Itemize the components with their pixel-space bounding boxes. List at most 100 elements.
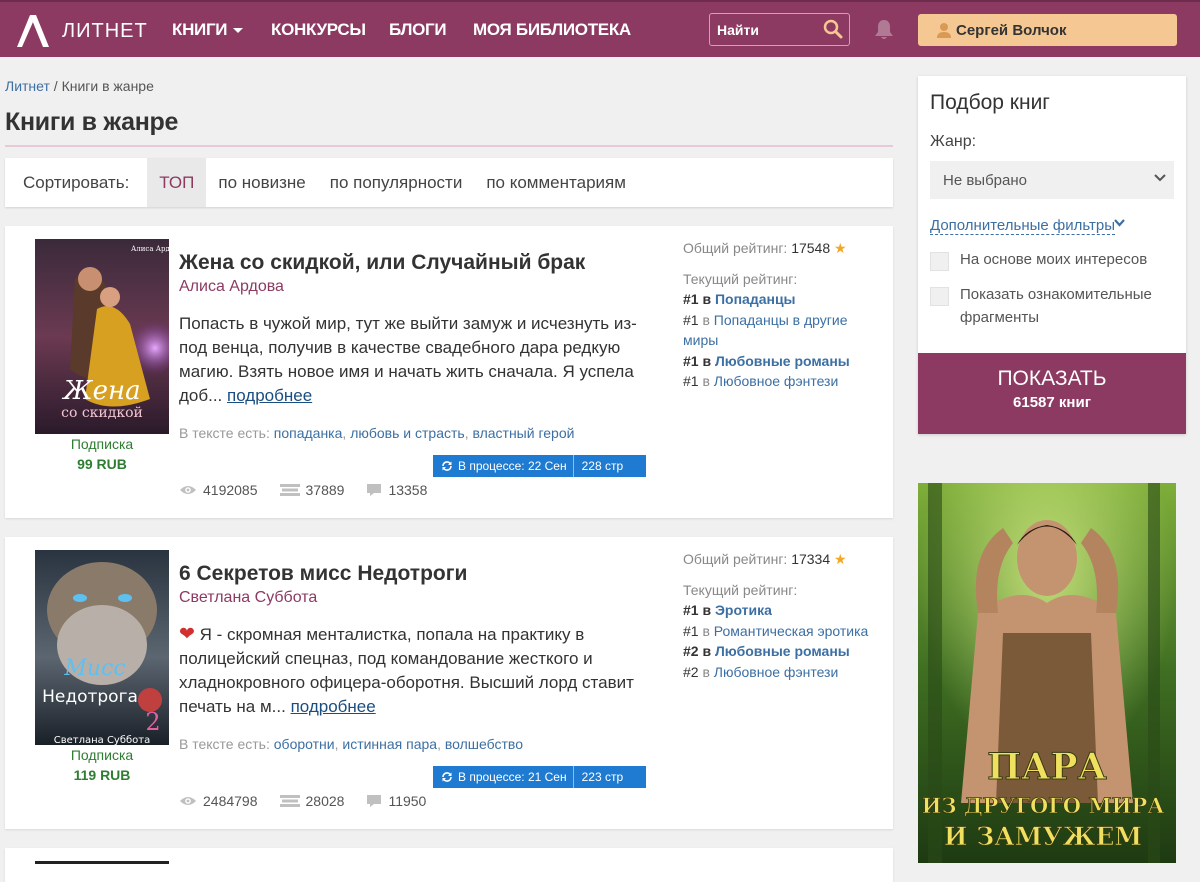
sort-option-top[interactable]: ТОП xyxy=(147,158,207,207)
genre-select[interactable]: Не выбрано xyxy=(930,161,1174,199)
breadcrumb-separator: / xyxy=(53,78,58,94)
rank-genre-link[interactable]: Любовные романы xyxy=(715,643,850,659)
star-icon: ★ xyxy=(834,240,847,256)
rank-in: в xyxy=(702,663,710,680)
ad-banner[interactable]: ПАРА ИЗ ДРУГОГО МИРА И ЗАМУЖЕМ xyxy=(918,483,1176,863)
refresh-icon xyxy=(442,461,452,471)
views-count: 2484798 xyxy=(203,793,258,809)
book-author[interactable]: Светлана Суббота xyxy=(179,589,317,607)
eye-icon xyxy=(180,797,196,805)
cover-title-line1: Мисс xyxy=(63,656,125,681)
sort-option-comments[interactable]: по комментариям xyxy=(474,158,638,207)
price: 99 RUB xyxy=(77,456,127,472)
comment-icon xyxy=(367,795,382,807)
books-icon xyxy=(279,484,300,496)
fragments-checkbox[interactable] xyxy=(930,287,949,306)
user-menu-button[interactable]: Сергей Волчок xyxy=(918,14,1177,46)
sort-option-new[interactable]: по новизне xyxy=(206,158,317,207)
views-stat: 4192085 xyxy=(179,482,258,498)
nav-my-library[interactable]: Моя библиотека xyxy=(473,20,631,40)
rank-in: в xyxy=(702,622,710,639)
heart-icon: ❤ xyxy=(179,624,195,645)
tag-link[interactable]: истинная пара xyxy=(342,736,437,752)
refresh-icon xyxy=(442,772,452,782)
user-icon xyxy=(937,23,951,38)
rank-genre-link[interactable]: Любовное фэнтези xyxy=(714,373,839,389)
access-label: Подписка xyxy=(70,436,134,452)
status-badge: В процессе: 21 Сен 223 стр xyxy=(433,766,646,788)
show-button[interactable]: ПОКАЗАТЬ 61587 книг xyxy=(918,353,1186,434)
status-segment: В процессе: 21 Сен xyxy=(433,766,574,788)
logo[interactable]: ЛИТНЕТ xyxy=(16,14,148,48)
rank-genre-link[interactable]: Любовные романы xyxy=(715,353,850,369)
interests-checkbox[interactable] xyxy=(930,252,949,271)
search-input[interactable] xyxy=(710,14,820,45)
rank-in: в xyxy=(702,311,710,328)
rank-genre-link[interactable]: Романтическая эротика xyxy=(714,623,869,639)
breadcrumb-home[interactable]: Литнет xyxy=(5,78,50,94)
ad-line2: ИЗ ДРУГОГО МИРА xyxy=(922,793,1165,818)
ad-line1: ПАРА xyxy=(987,746,1107,788)
status-text: В процессе: 22 Сен xyxy=(458,459,567,473)
user-name: Сергей Волчок xyxy=(956,21,1067,39)
tag-link[interactable]: властный герой xyxy=(472,425,574,441)
nav-books-label: Книги xyxy=(172,20,228,39)
tag-link[interactable]: попаданка xyxy=(274,425,343,441)
tag-link[interactable]: волшебство xyxy=(445,736,523,752)
fragments-checkbox-label: Показать ознакомительные фрагменты xyxy=(960,286,1152,326)
book-cover-image: Алиса Ардова Жена со скидкой xyxy=(35,239,169,434)
cover-number: 2 xyxy=(145,708,160,736)
status-badge: В процессе: 22 Сен 228 стр xyxy=(433,455,646,477)
logo-text: ЛИТНЕТ xyxy=(62,19,148,42)
nav-books[interactable]: Книги xyxy=(172,20,244,40)
more-link[interactable]: подробнее xyxy=(291,697,376,716)
interests-checkbox-label: На основе моих интересов xyxy=(960,251,1148,268)
title-divider xyxy=(5,145,893,147)
ad-line3: И ЗАМУЖЕМ xyxy=(944,822,1142,851)
rank-item: #1 в Эротика xyxy=(683,600,883,621)
bell-icon[interactable] xyxy=(872,18,896,42)
rating-block: Общий рейтинг: 17548 ★ Текущий рейтинг: … xyxy=(683,240,883,392)
show-button-count: 61587 книг xyxy=(1013,394,1091,411)
search-icon[interactable] xyxy=(823,19,843,39)
rank-item: #1 в Попаданцы xyxy=(683,289,883,310)
library-stat: 37889 xyxy=(279,482,344,498)
book-author[interactable]: Алиса Ардова xyxy=(179,278,284,296)
books-icon xyxy=(279,795,300,807)
book-title[interactable]: 6 Секретов мисс Недотроги xyxy=(179,562,467,586)
sort-option-popular[interactable]: по популярности xyxy=(318,158,475,207)
overall-rating-label: Общий рейтинг: xyxy=(683,551,788,567)
more-filters-link[interactable]: Дополнительные фильтры xyxy=(930,217,1116,235)
rank-number: #1 xyxy=(683,602,699,618)
comments-count: 13358 xyxy=(388,482,428,498)
comments-stat: 13358 xyxy=(366,482,427,498)
status-text: В процессе: 21 Сен xyxy=(458,770,567,784)
book-card: Алиса Ардова Жена со скидкой Подписка 99… xyxy=(5,226,893,518)
rank-genre-link[interactable]: Попаданцы xyxy=(715,291,796,307)
book-cover[interactable]: Алиса Ардова Жена со скидкой xyxy=(35,239,169,434)
rating-block: Общий рейтинг: 17334 ★ Текущий рейтинг: … xyxy=(683,551,883,682)
overall-rating-label: Общий рейтинг: xyxy=(683,240,788,256)
book-cover[interactable]: Мисс Недотрога 2 Светлана Суббота xyxy=(35,550,169,745)
book-stats: 4192085 37889 13358 xyxy=(179,482,449,498)
overall-rating: Общий рейтинг: 17548 ★ xyxy=(683,240,883,257)
comment-icon xyxy=(367,484,382,496)
tag-link[interactable]: любовь и страсть xyxy=(350,425,465,441)
nav-blogs[interactable]: Блоги xyxy=(389,20,447,40)
pages-count: 228 стр xyxy=(581,459,624,473)
nav-contests[interactable]: Конкурсы xyxy=(271,20,366,40)
more-link[interactable]: подробнее xyxy=(227,386,312,405)
views-stat: 2484798 xyxy=(179,793,258,809)
eye-icon xyxy=(180,486,196,494)
rank-in: в xyxy=(702,291,712,307)
tag-link[interactable]: оборотни xyxy=(274,736,335,752)
search-box xyxy=(709,13,850,46)
book-title[interactable]: Жена со скидкой, или Случайный брак xyxy=(179,251,585,275)
rank-in: в xyxy=(702,602,712,618)
cover-title-line2: Недотрога xyxy=(42,687,138,707)
cover-author-text: Светлана Суббота xyxy=(54,735,151,745)
rank-genre-link[interactable]: Любовное фэнтези xyxy=(714,664,839,680)
views-count: 4192085 xyxy=(203,482,258,498)
rank-genre-link[interactable]: Эротика xyxy=(715,602,772,618)
current-rating-label: Текущий рейтинг: xyxy=(683,271,798,287)
